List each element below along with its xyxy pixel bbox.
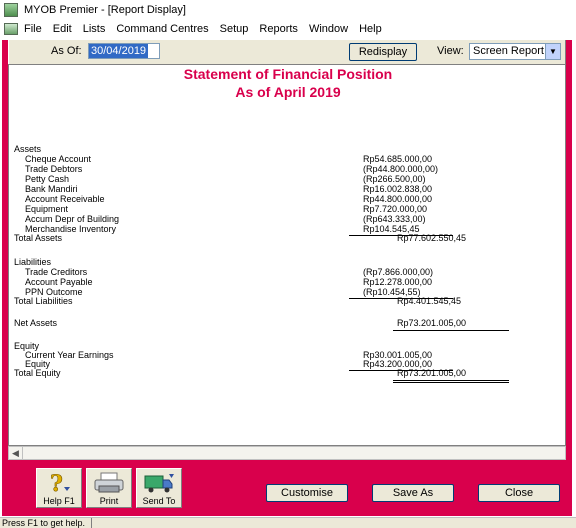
send-to-truck-icon [144,474,174,493]
total-row-liabilities[interactable]: Total Liabilities Rp4.401.545,45 [9,296,567,306]
customise-button[interactable]: Customise [266,484,348,502]
document-window-icon[interactable] [4,23,18,35]
report-window-frame: As Of: 30/04/2019 Redisplay View: Screen… [2,40,572,516]
as-of-date-input[interactable]: 30/04/2019 [88,43,160,59]
report-row[interactable]: Account Payable Rp12.278.000,00 [9,277,567,287]
as-of-date-value: 30/04/2019 [89,44,149,58]
chevron-down-icon[interactable]: ▼ [545,44,560,59]
report-row[interactable]: Accum Depr of Building (Rp643.333,00) [9,214,567,224]
as-of-label: As Of: [51,45,82,57]
total-double-underline-top [393,380,509,381]
menu-reports[interactable]: Reports [259,23,298,35]
report-row[interactable]: Petty Cash (Rp266.500,00) [9,174,567,184]
send-to-button-label: Send To [142,496,176,506]
scroll-left-icon[interactable]: ◀ [9,447,23,459]
help-question-icon: ? [50,471,70,495]
menu-file[interactable]: File [24,23,42,35]
view-label: View: [437,45,464,57]
report-row[interactable]: Trade Creditors (Rp7.866.000,00) [9,267,567,277]
window-titlebar: MYOB Premier - [Report Display] [0,0,576,20]
menu-command-centres[interactable]: Command Centres [116,23,208,35]
view-select[interactable]: Screen Report ▼ [469,43,561,60]
report-display: Statement of Financial Position As of Ap… [8,64,566,446]
report-title: Statement of Financial Position [183,66,393,82]
close-button[interactable]: Close [478,484,560,502]
report-toolbar: As Of: 30/04/2019 Redisplay View: Screen… [8,40,566,64]
menu-setup[interactable]: Setup [220,23,249,35]
section-heading-assets: Assets [14,144,42,154]
report-row[interactable]: Equipment Rp7.720.000,00 [9,204,567,214]
save-as-button[interactable]: Save As [372,484,454,502]
printer-icon [94,472,124,493]
myob-app-icon [4,3,18,17]
horizontal-scrollbar[interactable]: ◀ [8,446,566,460]
status-bar: Press F1 to get help. [0,517,576,528]
report-row[interactable]: Cheque Account Rp54.685.000,00 [9,154,567,164]
help-button[interactable]: ? Help F1 [36,468,82,508]
print-button[interactable]: Print [86,468,132,508]
report-row[interactable]: Trade Debtors (Rp44.800.000,00) [9,164,567,174]
send-to-button[interactable]: Send To [136,468,182,508]
total-double-underline-bottom [393,382,509,383]
view-select-value: Screen Report [473,45,544,57]
report-subtitle: As of April 2019 [235,84,341,100]
menu-bar: File Edit Lists Command Centres Setup Re… [0,20,576,38]
total-underline [393,330,509,331]
svg-text:?: ? [50,471,63,495]
menu-help[interactable]: Help [359,23,382,35]
status-text: Press F1 to get help. [2,518,93,528]
total-row-equity[interactable]: Total Equity Rp73.201.005,00 [9,368,567,378]
report-row[interactable]: Account Receivable Rp44.800.000,00 [9,194,567,204]
redisplay-button[interactable]: Redisplay [349,43,417,61]
report-action-bar: ? Help F1 Print Send To Customise Save A… [8,460,566,512]
print-button-label: Print [99,496,119,506]
help-button-label: Help F1 [43,496,75,506]
menu-edit[interactable]: Edit [53,23,72,35]
report-row[interactable]: Bank Mandiri Rp16.002.838,00 [9,184,567,194]
net-assets-row[interactable]: Net Assets Rp73.201.005,00 [9,318,567,328]
window-title: MYOB Premier - [Report Display] [24,4,186,16]
total-row-assets[interactable]: Total Assets Rp77.602.550,45 [9,233,567,243]
menu-lists[interactable]: Lists [83,23,106,35]
menu-window[interactable]: Window [309,23,348,35]
section-heading-liabilities: Liabilities [14,257,52,267]
